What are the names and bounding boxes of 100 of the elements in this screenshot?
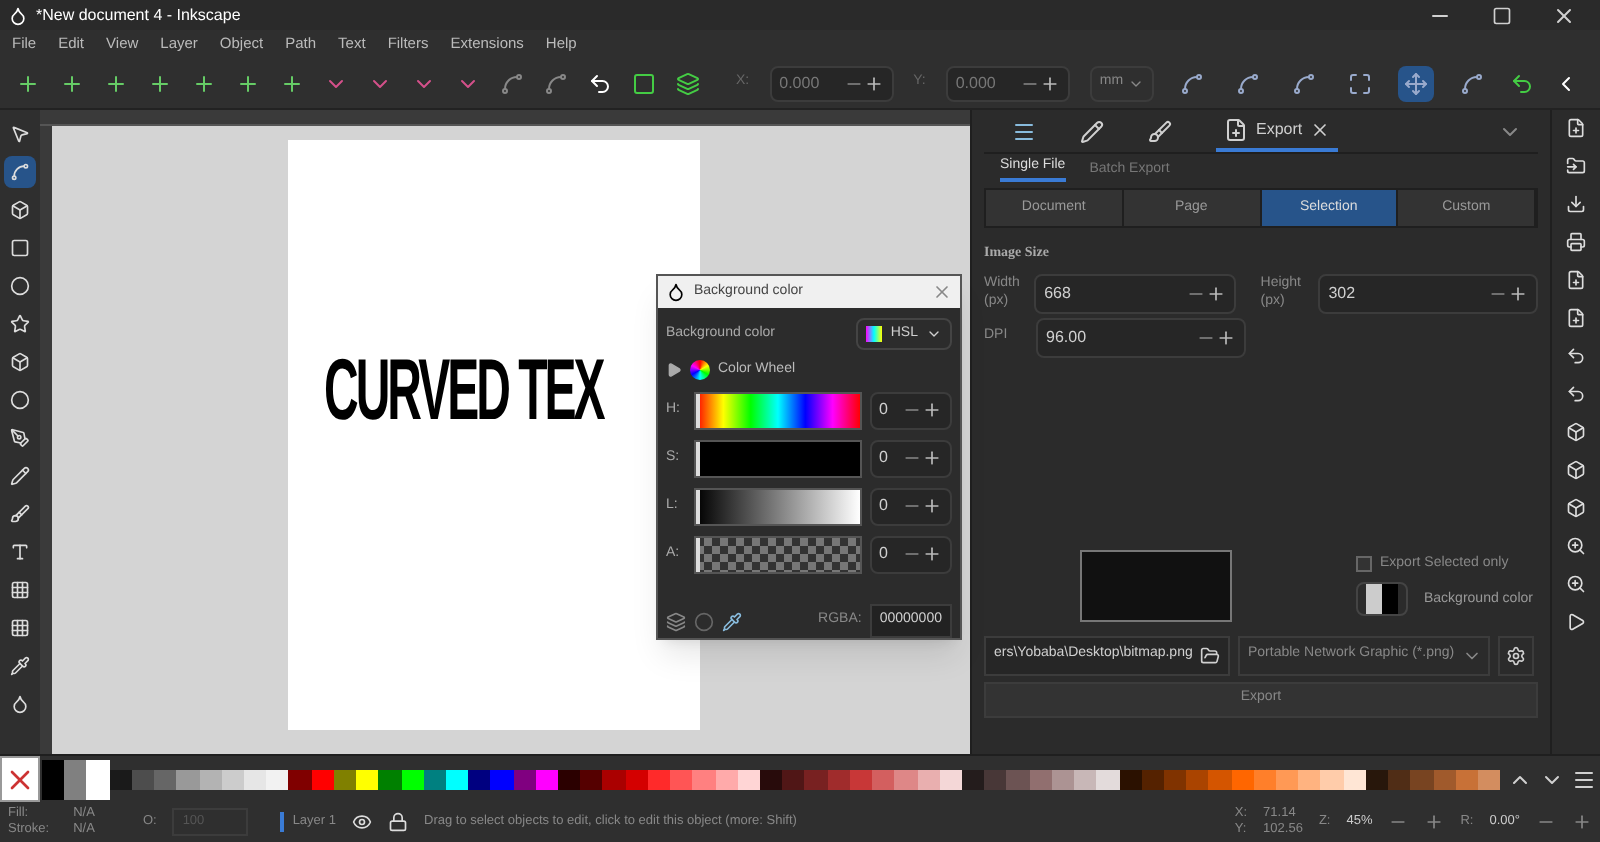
width-field[interactable]: 668 [1034,273,1237,313]
color-swatch[interactable] [109,769,132,789]
color-swatch[interactable] [1163,769,1187,789]
color-swatch[interactable] [1074,769,1097,789]
command-icon[interactable] [1566,156,1586,176]
color-swatch[interactable] [1320,769,1344,789]
channel-field[interactable]: 0 [869,535,952,573]
brush-tab-icon[interactable] [1148,119,1172,143]
color-swatch[interactable] [42,759,65,799]
color-swatch[interactable] [1208,769,1232,789]
rotate-up-icon[interactable] [1572,812,1592,832]
color-managed-icon[interactable] [694,611,714,631]
color-swatch[interactable] [154,769,177,789]
color-swatch[interactable] [86,759,110,799]
line-segment-icon[interactable] [500,71,524,95]
color-swatch[interactable] [1276,769,1299,789]
edit-tab-icon[interactable] [1080,119,1104,143]
color-swatch[interactable] [760,769,783,789]
color-swatch[interactable] [715,769,738,789]
command-icon[interactable] [1566,384,1586,404]
align-node-icon[interactable] [236,71,260,95]
increment-icon[interactable] [1508,283,1529,303]
color-swatch[interactable] [961,769,985,789]
color-swatch[interactable] [1051,769,1075,789]
slider-thumb[interactable] [695,441,700,475]
color-swatch[interactable] [468,769,491,789]
color-swatch[interactable] [1029,769,1052,789]
color-swatch[interactable] [1298,769,1321,789]
color-swatch[interactable] [243,769,267,789]
color-swatch[interactable] [1119,769,1142,789]
color-swatch[interactable] [513,769,536,789]
slider-thumb[interactable] [695,489,700,523]
slider-thumb[interactable] [695,393,700,427]
command-icon[interactable] [1566,498,1586,518]
command-icon[interactable] [1566,308,1586,328]
channel-field[interactable]: 0 [869,487,952,525]
align-node-icon[interactable] [16,71,40,95]
align-node-icon[interactable] [104,71,128,95]
color-swatch[interactable] [266,769,289,789]
color-swatch[interactable] [333,769,357,789]
dialog-tab[interactable]: Export [1216,110,1339,152]
color-swatch[interactable] [894,769,918,789]
color-swatch[interactable] [872,769,895,789]
objects-tab-icon[interactable] [1012,119,1036,143]
color-swatch[interactable] [221,769,244,789]
color-swatch[interactable] [490,769,514,789]
color-swatch[interactable] [64,759,87,799]
command-icon[interactable] [1566,270,1586,290]
color-swatch[interactable] [647,769,671,789]
color-swatch[interactable] [1478,769,1501,789]
color-swatch[interactable] [1096,769,1119,789]
color-swatch[interactable] [1388,769,1411,789]
increment-icon[interactable] [922,496,942,516]
height-field[interactable]: 302 [1318,273,1539,313]
close-icon[interactable] [1310,119,1331,139]
color-swatch[interactable] [1186,769,1209,789]
menu-icon[interactable] [1572,767,1596,791]
increment-icon[interactable] [922,448,942,468]
increment-icon[interactable] [922,400,942,420]
color-swatch[interactable] [602,769,626,789]
color-swatch[interactable] [1006,769,1030,789]
checkbox[interactable] [1356,556,1372,572]
folder-icon[interactable] [1200,645,1221,665]
channel-slider[interactable] [693,391,862,429]
color-swatch[interactable] [401,769,424,789]
curve-segment-icon[interactable] [544,71,568,95]
color-swatch[interactable] [1141,769,1164,789]
align-node-icon[interactable] [60,71,84,95]
command-icon[interactable] [1566,574,1586,594]
color-swatch[interactable] [804,769,828,789]
command-icon[interactable] [1566,536,1586,556]
color-swatch[interactable] [423,769,446,789]
toolbar-toggle[interactable] [1397,65,1434,101]
increment-icon[interactable] [1206,283,1227,303]
command-icon[interactable] [1566,118,1586,138]
color-swatch[interactable] [378,769,401,789]
color-swatch[interactable] [311,769,334,789]
color-swatch[interactable] [288,769,312,789]
color-swatch[interactable] [984,769,1007,789]
visibility-icon[interactable] [352,812,372,832]
color-swatch[interactable] [1455,769,1478,789]
color-swatch[interactable] [558,769,581,789]
color-swatch[interactable] [1433,769,1456,789]
color-swatch[interactable] [670,769,693,789]
color-swatch[interactable] [1343,769,1366,789]
close-icon[interactable] [1552,3,1576,27]
command-icon[interactable] [1566,460,1586,480]
color-swatch[interactable] [580,769,603,789]
increment-icon[interactable] [1039,73,1060,93]
no-paint-swatch[interactable] [0,756,40,802]
color-swatch[interactable] [1365,769,1389,789]
zoom-in-icon[interactable] [1424,812,1445,832]
color-swatch[interactable] [827,769,850,789]
align-node-icon[interactable] [280,71,304,95]
color-swatch[interactable] [849,769,873,789]
swatches-icon[interactable] [666,611,686,631]
channel-slider[interactable] [693,439,862,477]
command-icon[interactable] [1566,232,1586,252]
channel-field[interactable]: 0 [869,391,952,429]
color-swatch[interactable] [199,769,222,789]
